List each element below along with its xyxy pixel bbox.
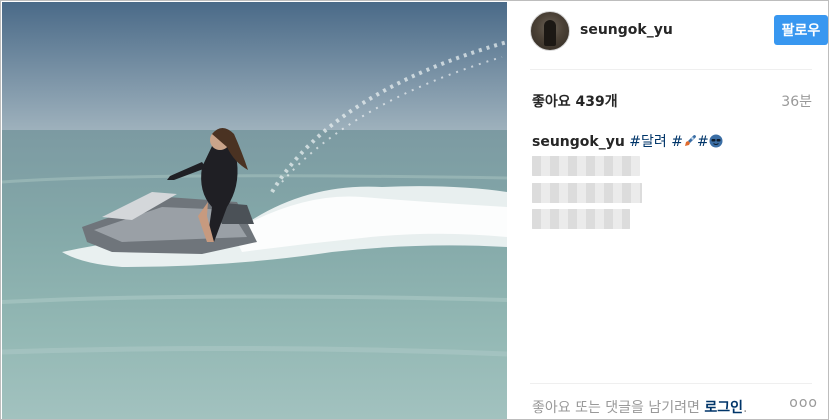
login-prompt-text: 좋아요 또는 댓글을 남기려면 [532,400,700,416]
blurred-caption-line-1 [532,156,640,176]
blurred-caption-line-2 [532,183,642,203]
caption-username-link[interactable]: seungok_yu [532,134,625,150]
login-prompt: 좋아요 또는 댓글을 남기려면 로그인. [532,397,747,417]
hash-symbol-2: # [696,134,709,150]
post-frame: seungok_yu 팔로우 좋아요 439개 36분 seungok_yu #… [0,0,829,420]
follow-button[interactable]: 팔로우 [774,15,828,45]
hash-symbol: # [671,134,683,150]
jetski-scene [2,2,507,419]
hashtag-link[interactable]: #달려 [629,134,667,150]
blurred-caption-line-3 [532,209,630,229]
post-side-panel: seungok_yu 팔로우 좋아요 439개 36분 seungok_yu #… [508,1,828,419]
likes-count[interactable]: 좋아요 439개 [532,91,618,111]
hashtag-link-3[interactable]: # [697,134,723,150]
hashtag-link-2[interactable]: # [671,134,697,150]
header-divider [530,69,812,70]
footer-divider [530,383,812,384]
post-photo[interactable] [2,2,507,419]
post-header: seungok_yu 팔로우 [530,11,828,51]
post-time[interactable]: 36분 [781,91,812,111]
avatar[interactable] [530,11,570,51]
more-options-button[interactable]: ooo [789,395,818,411]
login-prompt-period: . [743,400,748,416]
login-link[interactable]: 로그인 [704,400,743,416]
username-link[interactable]: seungok_yu [580,22,673,38]
sunglasses-face-icon [709,134,723,148]
rocket-icon [684,135,696,146]
caption: seungok_yu #달려 # # [532,131,723,151]
